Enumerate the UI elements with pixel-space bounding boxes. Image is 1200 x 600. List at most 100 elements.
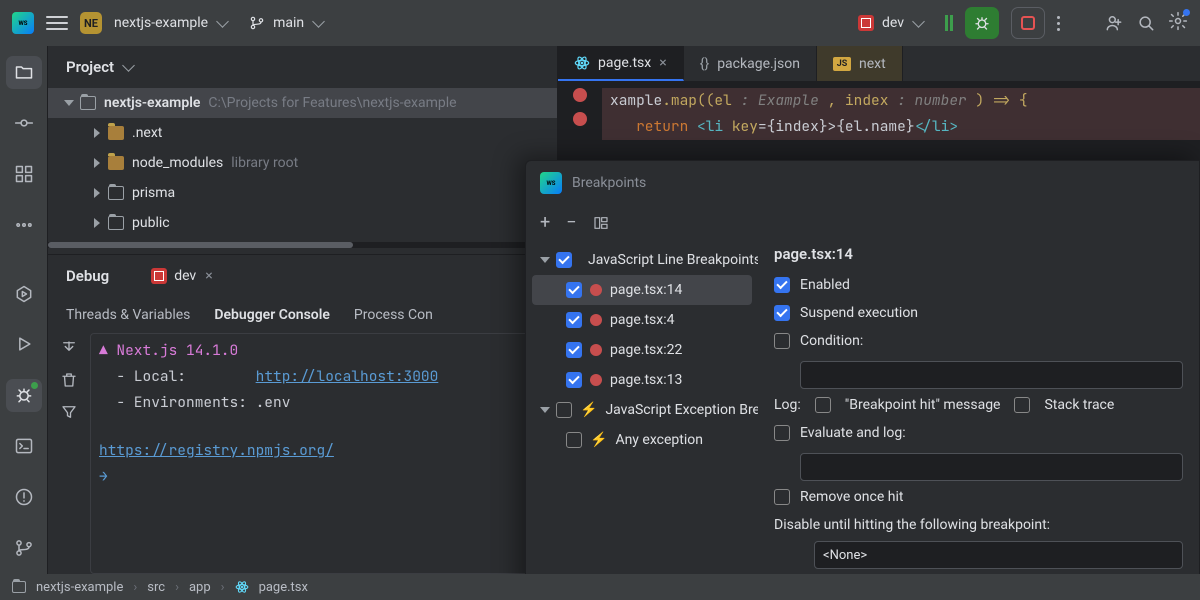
option-label: Remove once hit xyxy=(800,489,903,505)
search-icon[interactable] xyxy=(1136,13,1156,33)
trash-icon[interactable] xyxy=(60,371,78,389)
bp-item[interactable]: page.tsx:13 xyxy=(526,365,758,395)
tree-item[interactable]: prisma xyxy=(48,178,557,208)
project-pane-header[interactable]: Project xyxy=(48,46,557,88)
twistie-icon xyxy=(94,128,100,138)
tree-item[interactable]: node_modules library root xyxy=(48,148,557,178)
checkbox[interactable] xyxy=(774,305,790,321)
bp-item[interactable]: page.tsx:4 xyxy=(526,305,758,335)
disable-until-label: Disable until hitting the following brea… xyxy=(774,517,1183,533)
checkbox[interactable] xyxy=(774,333,790,349)
editor-tab[interactable]: {} package.json xyxy=(684,46,817,81)
eval-input[interactable] xyxy=(800,453,1183,481)
js-icon: JS xyxy=(833,57,851,71)
condition-option[interactable]: Condition: xyxy=(774,333,1183,349)
bp-item-label: page.tsx:14 xyxy=(610,282,682,298)
close-icon[interactable]: × xyxy=(659,55,666,71)
bp-group[interactable]: ⚡ JavaScript Exception Breakpoints xyxy=(526,395,758,425)
project-switcher[interactable]: nextjs-example xyxy=(114,15,227,31)
bp-item[interactable]: ⚡ Any exception xyxy=(526,425,758,455)
debug-rerun-button[interactable] xyxy=(965,7,999,39)
option-label: Stack trace xyxy=(1044,397,1114,413)
checkbox[interactable] xyxy=(566,432,582,448)
checkbox[interactable] xyxy=(1014,397,1030,413)
bp-group[interactable]: JavaScript Line Breakpoints xyxy=(526,245,758,275)
navigation-breadcrumbs[interactable]: nextjs-example › src › app › page.tsx xyxy=(0,574,1200,600)
stop-button[interactable] xyxy=(1011,7,1045,39)
add-breakpoint-button[interactable]: + xyxy=(540,214,550,232)
filter-icon[interactable] xyxy=(60,403,78,421)
crumb[interactable]: page.tsx xyxy=(259,580,308,595)
crumb[interactable]: src xyxy=(147,580,165,595)
tree-item[interactable]: .next xyxy=(48,118,557,148)
run-indicator[interactable] xyxy=(945,15,953,31)
project-tool-button[interactable] xyxy=(6,56,42,89)
twistie-icon xyxy=(540,407,550,413)
tree-root[interactable]: nextjs-example C:\Projects for Features\… xyxy=(48,88,557,118)
breakpoint-gutter-icon[interactable] xyxy=(573,112,587,126)
eval-option[interactable]: Evaluate and log: xyxy=(774,425,1183,441)
enabled-option[interactable]: Enabled xyxy=(774,277,1183,293)
scroll-to-end-icon[interactable] xyxy=(60,339,78,357)
group-by-icon[interactable] xyxy=(593,215,609,231)
breakpoints-dialog: WS Breakpoints + − JavaScript Line Break… xyxy=(525,160,1200,600)
debug-tool-button[interactable] xyxy=(6,379,42,412)
debug-session-label: dev xyxy=(174,268,196,284)
option-label: Suspend execution xyxy=(800,305,918,321)
checkbox[interactable] xyxy=(556,402,572,418)
problems-tool-button[interactable] xyxy=(6,480,42,513)
editor-tab[interactable]: page.tsx × xyxy=(558,46,684,81)
structure-tool-button[interactable] xyxy=(6,158,42,191)
bp-item[interactable]: page.tsx:22 xyxy=(526,335,758,365)
crumb[interactable]: app xyxy=(189,580,211,595)
editor-tab-label: page.tsx xyxy=(598,55,651,71)
breakpoint-gutter-icon[interactable] xyxy=(573,88,587,102)
twistie-icon xyxy=(540,257,550,263)
checkbox[interactable] xyxy=(774,489,790,505)
tree-item[interactable]: public xyxy=(48,208,557,238)
debug-subtab-active[interactable]: Debugger Console xyxy=(214,307,330,323)
disable-until-select[interactable] xyxy=(814,541,1183,569)
console-prompt[interactable]: → xyxy=(99,464,548,490)
run-config-switcher[interactable]: dev xyxy=(858,15,923,31)
vcs-tool-button[interactable] xyxy=(6,531,42,564)
twistie-icon xyxy=(94,218,100,228)
bolt-icon: ⚡ xyxy=(590,432,607,448)
main-menu-button[interactable] xyxy=(46,16,68,30)
more-tools-button[interactable] xyxy=(6,208,42,241)
checkbox[interactable] xyxy=(566,312,582,328)
remove-once-option[interactable]: Remove once hit xyxy=(774,489,1183,505)
editor-tab[interactable]: JS next xyxy=(817,46,903,81)
services-tool-button[interactable] xyxy=(6,277,42,310)
checkbox[interactable] xyxy=(556,252,572,268)
close-icon[interactable]: × xyxy=(205,268,212,284)
remove-breakpoint-button[interactable]: − xyxy=(566,214,576,232)
run-more-button[interactable] xyxy=(1057,16,1060,31)
condition-input[interactable] xyxy=(800,361,1183,389)
checkbox[interactable] xyxy=(774,277,790,293)
checkbox[interactable] xyxy=(566,282,582,298)
terminal-tool-button[interactable] xyxy=(6,430,42,463)
commit-tool-button[interactable] xyxy=(6,107,42,140)
editor-tab-label: next xyxy=(859,56,886,72)
bp-group-label: JavaScript Line Breakpoints xyxy=(588,252,758,268)
vcs-branch-switcher[interactable]: main xyxy=(249,15,323,31)
checkbox[interactable] xyxy=(774,425,790,441)
crumb[interactable]: nextjs-example xyxy=(36,580,123,595)
checkbox[interactable] xyxy=(815,397,831,413)
option-label: Evaluate and log: xyxy=(800,425,906,441)
bp-item[interactable]: page.tsx:14 xyxy=(532,275,752,305)
horizontal-scrollbar[interactable] xyxy=(48,242,557,248)
debug-subtab[interactable]: Threads & Variables xyxy=(66,307,190,323)
dialog-title: Breakpoints xyxy=(572,175,646,191)
bp-item-label: page.tsx:4 xyxy=(610,312,674,328)
debug-subtab[interactable]: Process Con xyxy=(354,307,433,323)
checkbox[interactable] xyxy=(566,342,582,358)
code-with-me-icon[interactable] xyxy=(1104,13,1124,33)
folder-icon xyxy=(80,96,96,110)
checkbox[interactable] xyxy=(566,372,582,388)
run-tool-button[interactable] xyxy=(6,328,42,361)
suspend-option[interactable]: Suspend execution xyxy=(774,305,1183,321)
debug-session-tab[interactable]: dev × xyxy=(151,268,213,284)
code-editor[interactable]: xample.map((el : Example , index : numbe… xyxy=(602,82,1200,146)
